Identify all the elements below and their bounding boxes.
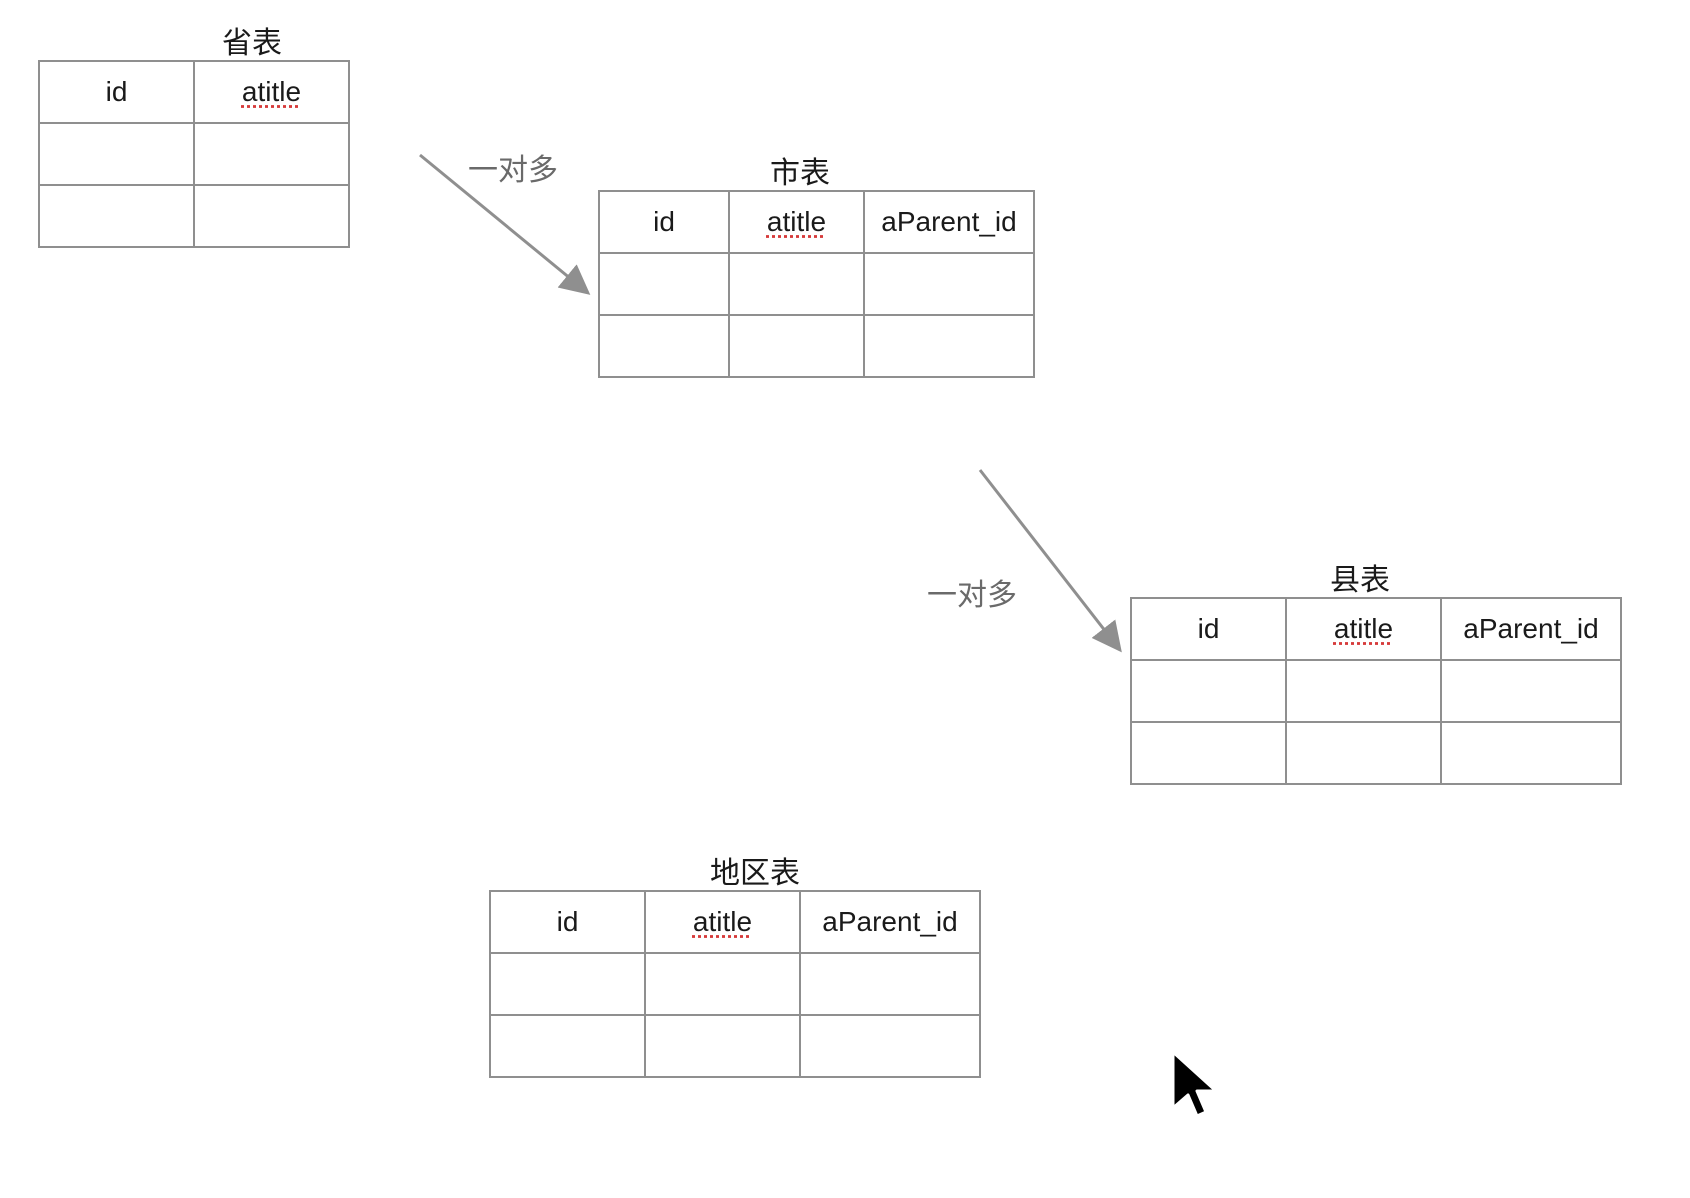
area-col-atitle: atitle	[645, 891, 800, 953]
table-row: id atitle aParent_id	[1131, 598, 1621, 660]
province-col-id: id	[39, 61, 194, 123]
table-row	[490, 953, 980, 1015]
area-title: 地区表	[710, 848, 800, 892]
province-title: 省表	[222, 18, 282, 62]
table-row	[39, 123, 349, 185]
county-col-aparent: aParent_id	[1441, 598, 1621, 660]
table-row: id atitle aParent_id	[490, 891, 980, 953]
table-row	[39, 185, 349, 247]
table-row	[1131, 722, 1621, 784]
relation-label-2: 一对多	[927, 570, 1017, 614]
relation-label-1: 一对多	[468, 145, 558, 189]
area-col-aparent: aParent_id	[800, 891, 980, 953]
city-col-atitle: atitle	[729, 191, 864, 253]
table-row	[599, 253, 1034, 315]
table-row	[490, 1015, 980, 1077]
city-col-aparent: aParent_id	[864, 191, 1034, 253]
county-col-id: id	[1131, 598, 1286, 660]
city-title: 市表	[770, 148, 830, 192]
county-col-atitle: atitle	[1286, 598, 1441, 660]
cursor-icon	[1168, 1050, 1228, 1135]
county-title: 县表	[1330, 555, 1390, 599]
province-table: id atitle	[38, 60, 350, 248]
county-table: id atitle aParent_id	[1130, 597, 1622, 785]
table-row: id atitle aParent_id	[599, 191, 1034, 253]
table-row	[599, 315, 1034, 377]
city-col-id: id	[599, 191, 729, 253]
area-table: id atitle aParent_id	[489, 890, 981, 1078]
province-col-atitle: atitle	[194, 61, 349, 123]
table-row	[1131, 660, 1621, 722]
arrow-city-county	[980, 470, 1120, 650]
city-table: id atitle aParent_id	[598, 190, 1035, 378]
table-row: id atitle	[39, 61, 349, 123]
area-col-id: id	[490, 891, 645, 953]
